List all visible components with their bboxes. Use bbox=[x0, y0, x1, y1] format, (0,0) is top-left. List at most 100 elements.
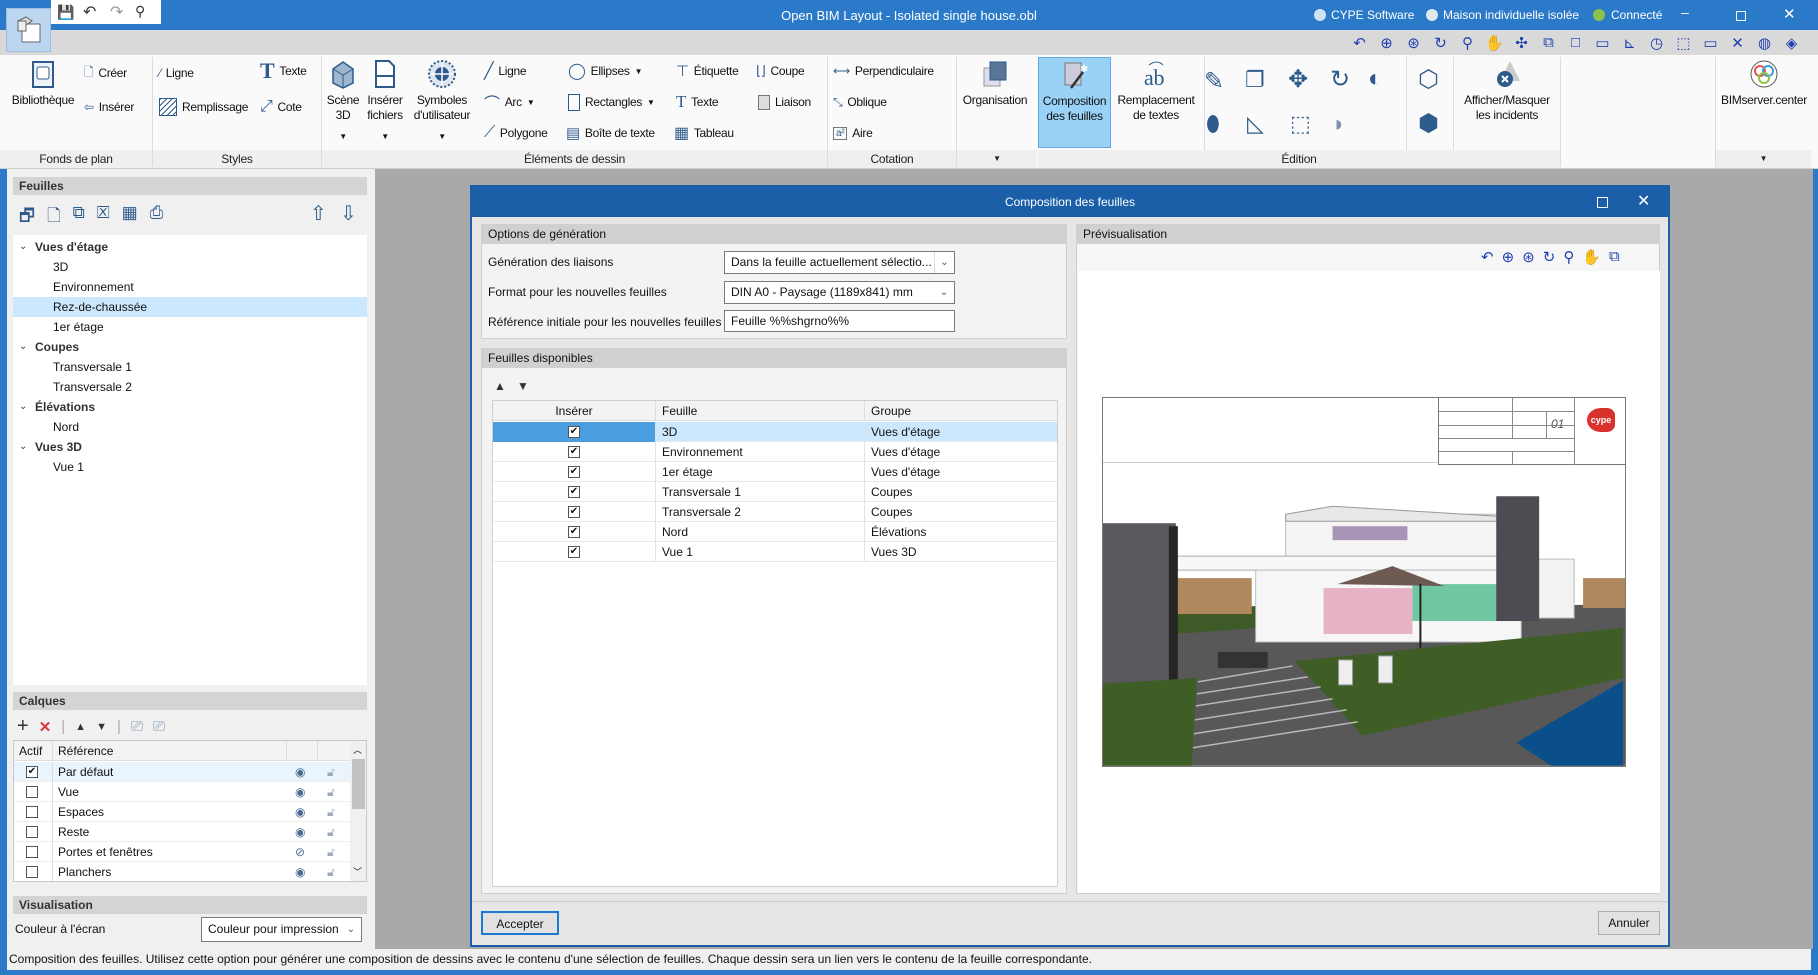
layer-export-icon[interactable]: ⎚ bbox=[153, 718, 165, 735]
save-icon[interactable]: 💾 bbox=[57, 4, 74, 21]
close-button[interactable]: ✕ bbox=[1783, 5, 1796, 23]
grid-icon[interactable]: ⬚ bbox=[1674, 34, 1693, 52]
zoom-extents-icon[interactable]: ⊕ bbox=[1377, 34, 1396, 52]
comment-icon[interactable]: ▭ bbox=[1701, 34, 1720, 52]
organisation-dropdown-icon[interactable]: ▼ bbox=[957, 150, 1037, 168]
mirror-icon[interactable]: ◐ bbox=[1368, 65, 1383, 93]
arc-button[interactable]: ⌒ Arc ▼ bbox=[484, 92, 535, 113]
lock-open-icon[interactable]: 🔓︎ bbox=[327, 782, 335, 802]
move-down-icon[interactable]: ⇩ bbox=[340, 201, 357, 226]
tree-group[interactable]: ⌄ Coupes bbox=[13, 337, 367, 357]
rectangles-button[interactable]: Rectangles ▼ bbox=[568, 92, 655, 112]
insert-checkbox[interactable]: ✔ bbox=[568, 486, 580, 498]
oblique-button[interactable]: ⤡ Oblique bbox=[833, 92, 887, 112]
tree-item[interactable]: Environnement bbox=[13, 277, 367, 297]
style-ligne-button[interactable]: ⁄ Ligne bbox=[159, 63, 194, 83]
active-checkbox[interactable]: ✔ bbox=[26, 766, 38, 778]
zoom-window-icon[interactable]: ⚲ bbox=[1563, 248, 1574, 266]
layers-scrollbar[interactable]: ︿ ﹀ bbox=[350, 741, 366, 881]
lock-open-icon[interactable]: 🔓︎ bbox=[327, 762, 335, 782]
delete-sheet-icon[interactable]: 🗵 bbox=[97, 203, 110, 232]
insert-cell[interactable]: ✔ bbox=[493, 442, 655, 462]
tree-group[interactable]: ⌄ Élévations bbox=[13, 397, 367, 417]
eye-icon[interactable]: ◉ bbox=[295, 782, 305, 802]
tableau-button[interactable]: ▦ Tableau bbox=[674, 123, 734, 143]
globe-icon[interactable]: ◍ bbox=[1755, 34, 1774, 52]
insert-cell[interactable]: ✔ bbox=[493, 502, 655, 522]
help-book-icon[interactable]: ◈ bbox=[1782, 34, 1801, 52]
layer-row[interactable]: Planchers ◉ 🔓︎ bbox=[14, 862, 350, 881]
explode-block-icon[interactable]: ⬡ bbox=[1418, 65, 1439, 94]
tree-group[interactable]: ⌄ Vues 3D bbox=[13, 437, 367, 457]
scene-3d-button[interactable]: Scène 3D ▼ bbox=[325, 59, 361, 144]
layer-up-icon[interactable]: ▲ bbox=[75, 721, 86, 733]
symboles-button[interactable]: Symboles d'utilisateur ▼ bbox=[408, 59, 476, 144]
layer-row[interactable]: Portes et fenêtres ⊘ 🔓︎ bbox=[14, 842, 350, 862]
ligne-button[interactable]: ╱ Ligne bbox=[484, 61, 527, 81]
column-inserer[interactable]: Insérer bbox=[493, 401, 655, 421]
rotate-icon[interactable]: ↻ bbox=[1330, 65, 1350, 94]
coupe-button[interactable]: ⌊⌋ Coupe bbox=[756, 61, 805, 81]
style-cote-button[interactable]: ⤢ Cote bbox=[260, 97, 302, 117]
layer-import-icon[interactable]: ⎚ bbox=[131, 718, 143, 735]
pan-icon[interactable]: ✋ bbox=[1485, 34, 1504, 52]
table-row[interactable]: ✔ Transversale 2 Coupes bbox=[493, 502, 1057, 522]
tree-item[interactable]: Vue 1 bbox=[13, 457, 367, 477]
lock-open-icon[interactable]: 🔓︎ bbox=[327, 842, 335, 862]
texte-button[interactable]: T Texte bbox=[676, 92, 719, 112]
lock-open-icon[interactable]: 🔓︎ bbox=[327, 802, 335, 822]
insert-checkbox[interactable]: ✔ bbox=[568, 446, 580, 458]
eye-icon[interactable]: ◉ bbox=[295, 822, 305, 842]
chevron-down-icon[interactable]: ⌄ bbox=[19, 437, 27, 457]
table-row[interactable]: ✔ Nord Élévations bbox=[493, 522, 1057, 542]
tree-item[interactable]: Nord bbox=[13, 417, 367, 437]
pan-hand-icon[interactable]: ✋ bbox=[1582, 248, 1601, 266]
layer-row[interactable]: Vue ◉ 🔓︎ bbox=[14, 782, 350, 802]
layer-row[interactable]: Espaces ◉ 🔓︎ bbox=[14, 802, 350, 822]
insert-cell[interactable]: ✔ bbox=[493, 462, 655, 482]
dropdown-arrow-icon[interactable]: ▼ bbox=[438, 129, 446, 144]
eye-icon[interactable]: ◉ bbox=[295, 802, 305, 822]
maximize-button[interactable] bbox=[1736, 11, 1746, 21]
edit-pencil-icon[interactable]: ✎ bbox=[1204, 67, 1224, 96]
new-sheet-icon[interactable]: 🗗 bbox=[19, 203, 35, 232]
insert-checkbox[interactable]: ✔ bbox=[568, 506, 580, 518]
clock-icon[interactable]: ◷ bbox=[1647, 34, 1666, 52]
tools-icon[interactable]: ✕ bbox=[1728, 34, 1747, 52]
organisation-button[interactable]: Organisation bbox=[959, 59, 1031, 108]
liaison-button[interactable]: Liaison bbox=[758, 92, 811, 112]
tree-item[interactable]: Transversale 1 bbox=[13, 357, 367, 377]
edit-sheet-icon[interactable]: ▦ bbox=[122, 203, 138, 232]
reference-input[interactable]: Feuille %%shgrno%% bbox=[724, 310, 955, 332]
tree-group[interactable]: ⌄ Vues d'étage bbox=[13, 237, 367, 257]
eye-off-icon[interactable]: ⊘ bbox=[295, 842, 305, 862]
tree-item[interactable]: Rez-de-chaussée bbox=[13, 297, 367, 317]
move-up-icon[interactable]: ▲ bbox=[494, 379, 506, 393]
app-menu-button[interactable] bbox=[6, 8, 51, 52]
redo-icon[interactable]: ↷ bbox=[110, 2, 123, 22]
liaisons-select[interactable]: Dans la feuille actuellement sélectio...… bbox=[724, 251, 955, 274]
scale-icon[interactable]: ⬚ bbox=[1290, 111, 1311, 137]
layer-row[interactable]: ✔ Par défaut ◉ 🔓︎ bbox=[14, 762, 350, 782]
view-window-icon[interactable]: ⧉ bbox=[1539, 34, 1558, 52]
active-checkbox[interactable] bbox=[26, 806, 38, 818]
dialog-close-button[interactable]: ✕ bbox=[1637, 187, 1650, 217]
insert-checkbox[interactable]: ✔ bbox=[568, 526, 580, 538]
lock-open-icon[interactable]: 🔓︎ bbox=[327, 822, 335, 842]
redraw-icon[interactable]: ↻ bbox=[1431, 34, 1450, 52]
delete-layer-icon[interactable]: ✕ bbox=[39, 718, 52, 736]
add-sheet-icon[interactable]: 🗋 bbox=[47, 203, 61, 232]
table-row[interactable]: ✔ Environnement Vues d'étage bbox=[493, 442, 1057, 462]
style-remplissage-button[interactable]: Remplissage bbox=[159, 97, 248, 117]
scale-icon[interactable]: ▭ bbox=[1593, 34, 1612, 52]
chevron-down-icon[interactable]: ⌄ bbox=[19, 397, 27, 417]
layer-row[interactable]: Reste ◉ 🔓︎ bbox=[14, 822, 350, 842]
move-up-icon[interactable]: ⇧ bbox=[310, 201, 327, 226]
aire-button[interactable]: a² Aire bbox=[833, 123, 873, 143]
insert-checkbox[interactable]: ✔ bbox=[568, 426, 580, 438]
perpendiculaire-button[interactable]: ⟷ Perpendiculaire bbox=[833, 61, 934, 81]
redraw-icon[interactable]: ↻ bbox=[1543, 248, 1556, 266]
move-down-icon[interactable]: ▼ bbox=[517, 379, 529, 393]
eye-icon[interactable]: ◉ bbox=[295, 762, 305, 782]
format-select[interactable]: DIN A0 - Paysage (1189x841) mm ⌄ bbox=[724, 281, 955, 304]
